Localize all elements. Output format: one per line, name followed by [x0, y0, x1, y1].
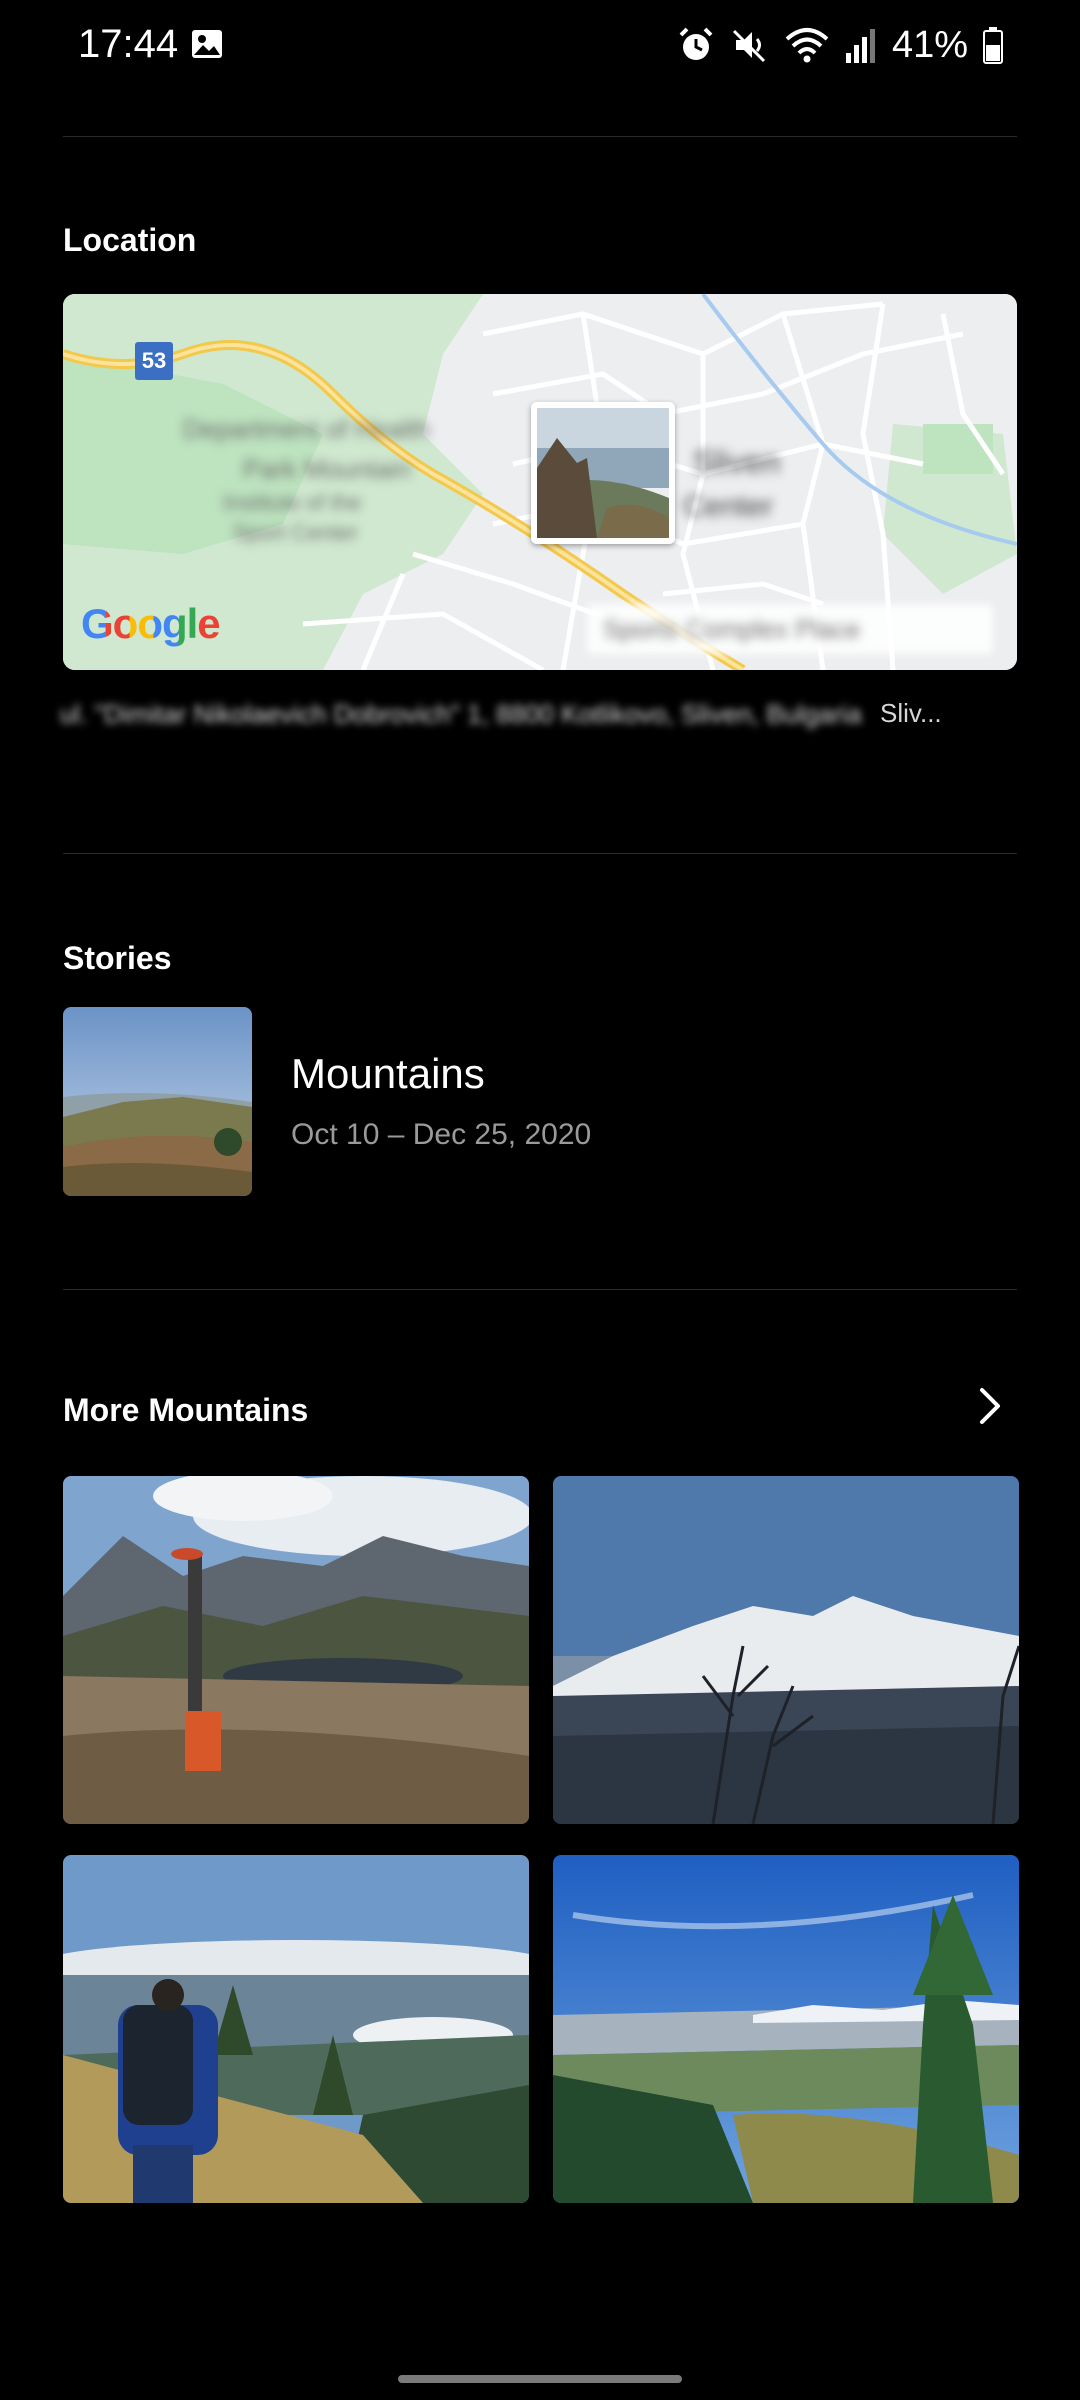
location-address-suffix: Sliv...	[880, 698, 942, 728]
photo-image	[553, 1476, 1019, 1824]
divider	[63, 136, 1017, 137]
photo-snowy-peak[interactable]	[553, 1476, 1019, 1824]
status-time: 17:44	[78, 22, 179, 66]
photo-valley[interactable]	[553, 1855, 1019, 2203]
location-map[interactable]: 53 Department of Health Park Mountain In…	[63, 294, 1017, 670]
map-label: Department of Health	[183, 414, 431, 444]
photo-image	[553, 1855, 1019, 2203]
map-label: Institute of the	[223, 490, 362, 515]
map-label: Park Mountain	[243, 454, 411, 484]
location-title: Location	[63, 222, 197, 258]
photo-hiker[interactable]	[63, 1855, 529, 2203]
location-address: ul. "Dimitar Nikolaevich Dobrovich" 1, 8…	[60, 699, 862, 729]
alarm-icon	[679, 27, 713, 60]
photo-image	[63, 1476, 529, 1824]
map-label: Sports Complex Place	[603, 614, 861, 644]
google-logo: Google	[81, 600, 221, 647]
story-title[interactable]: Mountains	[291, 1050, 485, 1098]
story-image	[63, 1007, 252, 1196]
status-bar: 17:44 41%	[0, 0, 1080, 92]
home-indicator[interactable]	[398, 2375, 682, 2383]
map-label: Center	[683, 490, 774, 523]
story-date: Oct 10 – Dec 25, 2020	[291, 1118, 592, 1151]
photo-image	[63, 1855, 529, 2203]
map-label: Sliven	[693, 444, 781, 480]
story-thumbnail[interactable]	[63, 1007, 252, 1196]
mute-icon	[732, 29, 765, 63]
map-photo-marker[interactable]	[531, 402, 675, 544]
divider	[63, 853, 1017, 854]
battery-icon	[983, 27, 1003, 64]
gallery-icon	[192, 30, 222, 58]
signal-icon	[845, 29, 875, 63]
chevron-right-icon[interactable]	[968, 1384, 1012, 1428]
divider	[63, 1289, 1017, 1290]
map-label: Sport Center	[233, 520, 358, 545]
map-photo-thumbnail	[537, 408, 669, 538]
route-number-badge: 53	[135, 342, 173, 380]
more-mountains-title: More Mountains	[63, 1392, 309, 1428]
wifi-icon	[785, 28, 829, 63]
photo-headstand[interactable]	[63, 1476, 529, 1824]
stories-title: Stories	[63, 940, 172, 976]
battery-percent: 41%	[891, 23, 968, 66]
status-icons: 41%	[676, 22, 1004, 68]
